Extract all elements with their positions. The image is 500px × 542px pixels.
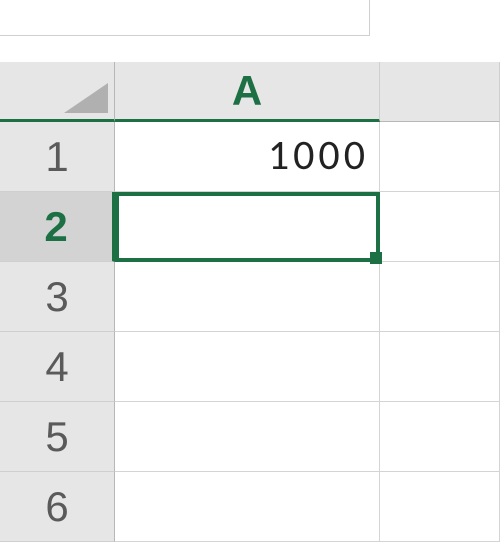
cell-A2[interactable]: [115, 192, 380, 262]
cell-A6[interactable]: [115, 472, 380, 542]
row-header-4[interactable]: 4: [0, 332, 115, 402]
cell-B2[interactable]: [380, 192, 500, 262]
select-all-corner[interactable]: [0, 62, 115, 122]
cell-B4[interactable]: [380, 332, 500, 402]
cell-A3[interactable]: [115, 262, 380, 332]
cell-B3[interactable]: [380, 262, 500, 332]
cell-A1[interactable]: 1000: [115, 122, 380, 192]
cell-A4[interactable]: [115, 332, 380, 402]
cell-B1[interactable]: [380, 122, 500, 192]
row-header-1[interactable]: 1: [0, 122, 115, 192]
cell-B5[interactable]: [380, 402, 500, 472]
column-header-B[interactable]: [380, 62, 500, 122]
column-header-A[interactable]: A: [115, 62, 380, 122]
row-header-2[interactable]: 2: [0, 192, 115, 262]
row-header-5[interactable]: 5: [0, 402, 115, 472]
spreadsheet-grid: A 1 1000 2 3 4 5 6: [0, 62, 500, 542]
cell-A5[interactable]: [115, 402, 380, 472]
formula-bar[interactable]: [0, 0, 370, 36]
row-header-6[interactable]: 6: [0, 472, 115, 542]
row-header-3[interactable]: 3: [0, 262, 115, 332]
cell-B6[interactable]: [380, 472, 500, 542]
